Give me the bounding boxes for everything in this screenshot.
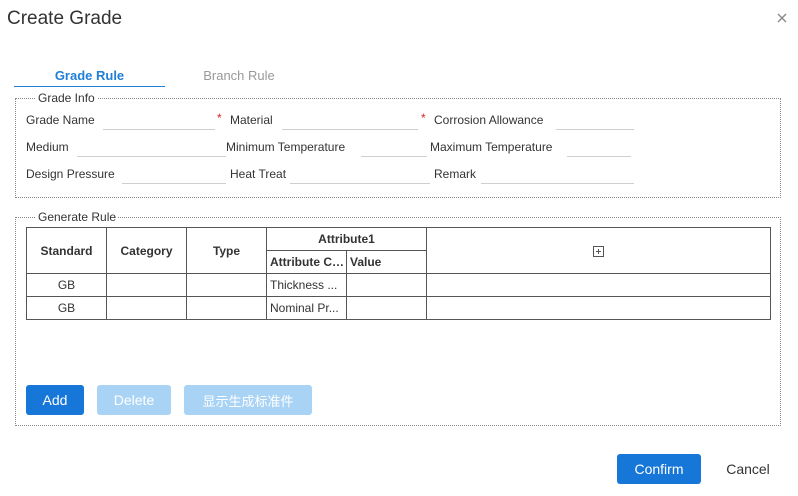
corrosion-allowance-label: Corrosion Allowance bbox=[434, 113, 544, 127]
grade-info-legend: Grade Info bbox=[38, 91, 95, 105]
show-generated-button[interactable]: 显示生成标准件 bbox=[184, 385, 312, 415]
header-attribute-category: Attribute Category bbox=[266, 250, 347, 274]
dialog-title: Create Grade bbox=[7, 8, 123, 29]
header-category: Category bbox=[106, 227, 187, 274]
cell-standard[interactable]: GB bbox=[26, 296, 107, 320]
header-type: Type bbox=[186, 227, 267, 274]
delete-button[interactable]: Delete bbox=[97, 385, 171, 415]
generate-rule-legend: Generate Rule bbox=[38, 210, 117, 224]
add-button[interactable]: Add bbox=[26, 385, 84, 415]
medium-label: Medium bbox=[26, 140, 69, 154]
remark-input[interactable] bbox=[481, 183, 634, 184]
minimum-temperature-label: Minimum Temperature bbox=[226, 140, 346, 154]
heat-treat-input[interactable] bbox=[290, 183, 430, 184]
add-column-icon[interactable] bbox=[593, 245, 605, 257]
heat-treat-label: Heat Treat bbox=[230, 167, 287, 181]
table-row[interactable]: GB Nominal Pr... bbox=[26, 296, 772, 320]
corrosion-allowance-input[interactable] bbox=[556, 129, 634, 130]
material-label: Material bbox=[230, 113, 273, 127]
cell-attribute-category[interactable]: Nominal Pr... bbox=[266, 296, 347, 320]
add-column-cell bbox=[426, 227, 772, 274]
design-pressure-input[interactable] bbox=[122, 183, 226, 184]
cell-empty bbox=[426, 296, 772, 320]
material-input[interactable] bbox=[282, 129, 418, 130]
cell-value[interactable] bbox=[345, 296, 428, 320]
close-icon[interactable] bbox=[775, 11, 789, 25]
tab-grade-rule[interactable]: Grade Rule bbox=[14, 68, 165, 87]
header-standard: Standard bbox=[26, 227, 107, 274]
grade-name-input[interactable] bbox=[103, 129, 215, 130]
cell-type[interactable] bbox=[186, 296, 267, 320]
generate-rule-table: Standard Category Type Attribute1 Attrib… bbox=[26, 227, 772, 320]
medium-input[interactable] bbox=[77, 156, 226, 157]
remark-label: Remark bbox=[434, 167, 477, 181]
tab-bar: Grade Rule Branch Rule bbox=[14, 68, 314, 90]
cell-value[interactable] bbox=[345, 273, 428, 297]
confirm-button[interactable]: Confirm bbox=[617, 454, 701, 484]
table-row[interactable]: GB Thickness ... bbox=[26, 273, 772, 297]
grade-name-label: Grade Name bbox=[26, 113, 95, 127]
cell-standard[interactable]: GB bbox=[26, 273, 107, 297]
maximum-temperature-label: Maximum Temperature bbox=[430, 140, 553, 154]
minimum-temperature-input[interactable] bbox=[361, 156, 427, 157]
corrosion-required-mark: * bbox=[421, 111, 426, 125]
header-value: Value bbox=[345, 250, 428, 274]
material-required-mark: * bbox=[217, 111, 222, 125]
create-grade-dialog: Create Grade Grade Rule Branch Rule Grad… bbox=[0, 0, 798, 496]
design-pressure-label: Design Pressure bbox=[26, 167, 115, 181]
cell-type[interactable] bbox=[186, 273, 267, 297]
cell-attribute-category[interactable]: Thickness ... bbox=[266, 273, 347, 297]
cell-empty bbox=[426, 273, 772, 297]
tab-branch-rule[interactable]: Branch Rule bbox=[165, 68, 313, 87]
header-attribute1: Attribute1 bbox=[265, 227, 428, 251]
maximum-temperature-input[interactable] bbox=[567, 156, 631, 157]
cell-category[interactable] bbox=[106, 273, 187, 297]
cancel-button[interactable]: Cancel bbox=[712, 454, 784, 484]
cell-category[interactable] bbox=[106, 296, 187, 320]
